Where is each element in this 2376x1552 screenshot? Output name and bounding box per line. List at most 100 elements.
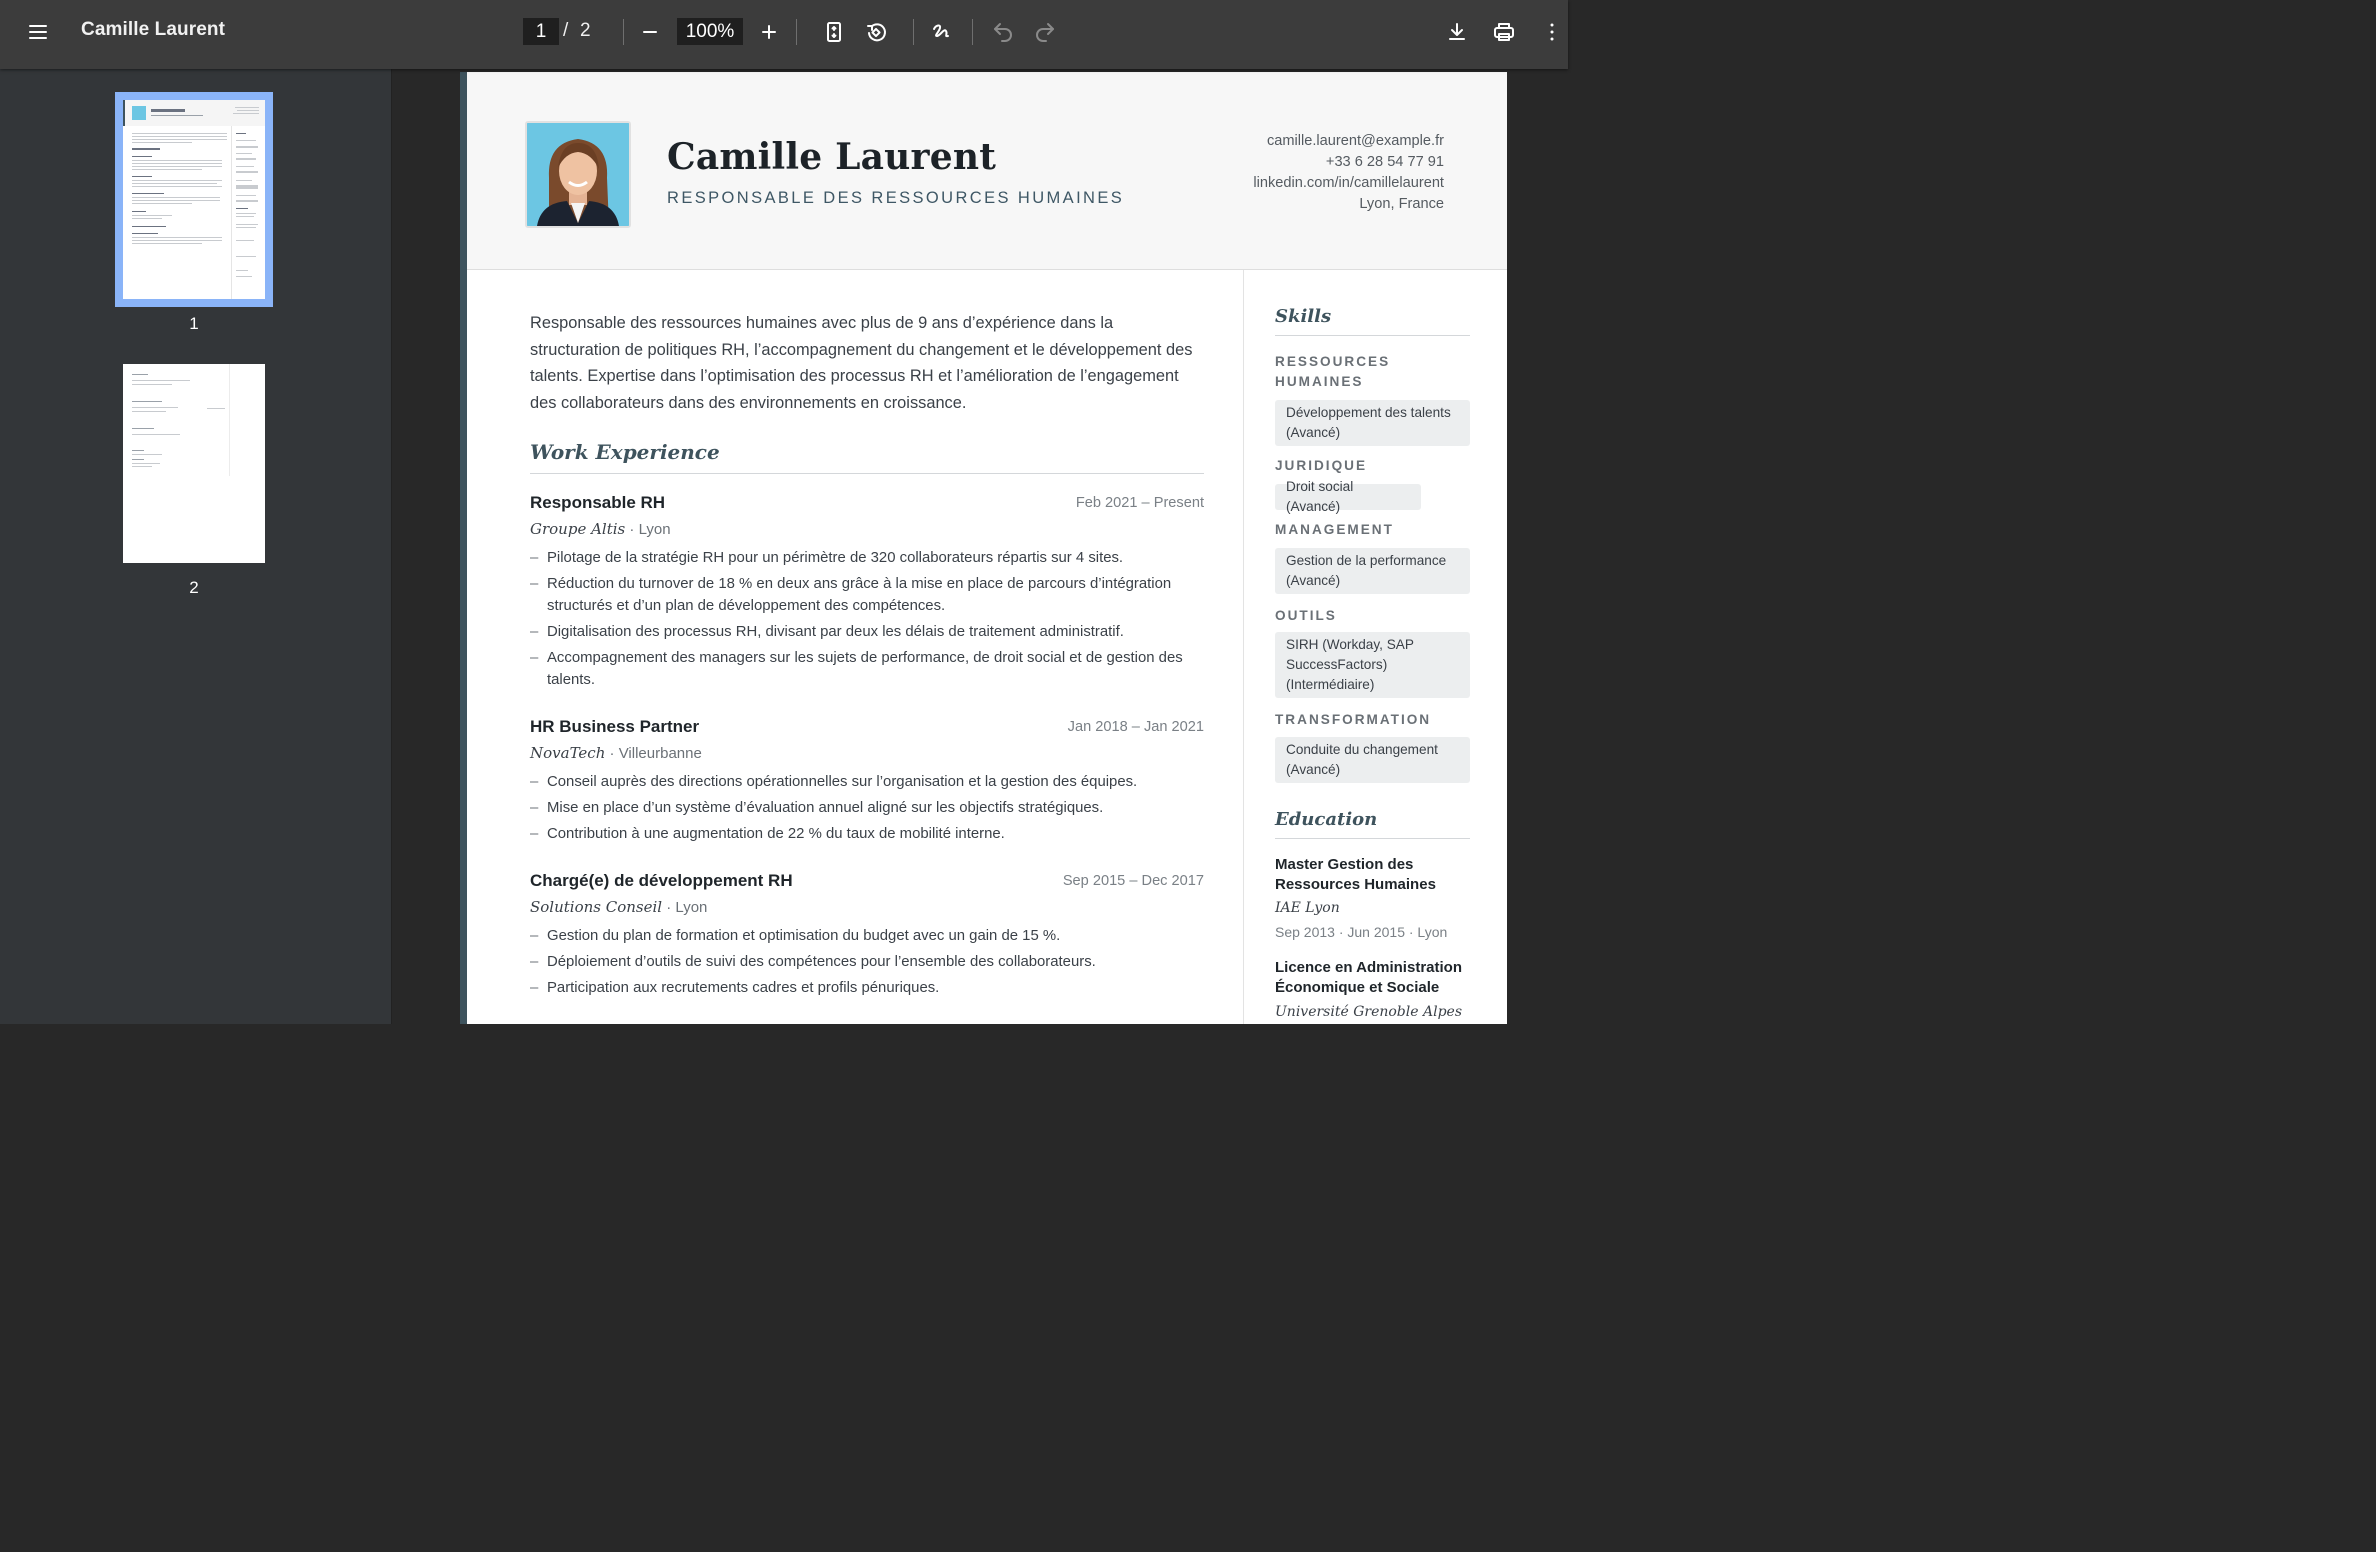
- contact-block: camille.laurent@example.fr +33 6 28 54 7…: [1253, 131, 1444, 215]
- thumbnail-label: 1: [189, 314, 199, 333]
- skill-tag-line: (Avancé): [1286, 573, 1341, 588]
- download-icon: [1449, 23, 1465, 40]
- company-location: · Lyon: [666, 899, 708, 916]
- undo-button[interactable]: [983, 12, 1023, 52]
- thumb-line: [132, 186, 222, 187]
- thumb-line: [132, 133, 227, 134]
- job-bullet: Gestion du plan de formation et optimisa…: [530, 925, 1204, 947]
- annotate-button[interactable]: [922, 12, 962, 52]
- thumb-line: [132, 380, 190, 381]
- zoom-input[interactable]: [677, 18, 743, 45]
- page-total: 2: [580, 20, 591, 41]
- fit-page-button[interactable]: [814, 12, 854, 52]
- thumb-line: [132, 407, 178, 408]
- thumb-line: [132, 384, 172, 385]
- thumb-line: [132, 142, 192, 143]
- skill-tag: Conduite du changement (Avancé): [1275, 737, 1470, 783]
- thumb-line: [236, 270, 248, 271]
- download-button[interactable]: [1437, 12, 1477, 52]
- document-title: Camille Laurent: [81, 19, 226, 40]
- degree-line: Licence en Administration: [1275, 959, 1462, 976]
- education-school: IAE Lyon: [1275, 900, 1340, 916]
- contact-email[interactable]: camille.laurent@example.fr: [1253, 131, 1444, 152]
- redo-button[interactable]: [1025, 12, 1065, 52]
- thumb-line: [132, 180, 222, 181]
- thumb-line: [132, 463, 160, 464]
- company-name: Solutions Conseil: [530, 898, 663, 916]
- thumb-line: [207, 408, 225, 409]
- zoom-out-button[interactable]: [630, 12, 670, 52]
- degree-line: Ressources Humaines: [1275, 876, 1436, 893]
- job-bullet: Contribution à une augmentation de 22 % …: [530, 823, 1204, 845]
- education-dates: Sep 2013 · Jun 2015 · Lyon: [1275, 924, 1448, 940]
- thumb-line: [132, 193, 164, 194]
- education-section-title: Education: [1275, 809, 1378, 830]
- toolbar-divider: [913, 19, 914, 45]
- thumb-line: [132, 459, 144, 460]
- thumb-divider: [229, 364, 230, 476]
- skill-tag: Gestion de la performance (Avancé): [1275, 548, 1470, 594]
- page-number-input[interactable]: [523, 18, 559, 45]
- thumb-line: [237, 110, 259, 111]
- portrait-image: [527, 123, 629, 226]
- thumb-line: [236, 208, 248, 209]
- thumb-line: [132, 163, 222, 164]
- document-viewer[interactable]: Camille Laurent RESPONSABLE DES RESSOURC…: [393, 69, 1568, 1024]
- pdf-toolbar: Camille Laurent / 2: [0, 0, 1568, 69]
- zoom-in-button[interactable]: [749, 12, 789, 52]
- thumb-line: [233, 113, 259, 114]
- contact-linkedin[interactable]: linkedin.com/in/camillelaurent: [1253, 173, 1444, 194]
- skill-category: RESSOURCES HUMAINES: [1275, 352, 1470, 392]
- zoom-in-icon: [762, 25, 776, 39]
- skill-tag-line: Développement des talents: [1286, 405, 1451, 420]
- job-bullet: Conseil auprès des directions opérationn…: [530, 771, 1204, 793]
- thumb-line: [236, 256, 256, 257]
- thumb-line: [132, 401, 162, 402]
- degree-line: Master Gestion des: [1275, 856, 1414, 873]
- thumb-line: [132, 183, 217, 184]
- profile-photo: [525, 121, 631, 228]
- thumb-line: [132, 203, 192, 204]
- education-section-header: Education: [1275, 809, 1470, 839]
- skill-category: MANAGEMENT: [1275, 520, 1470, 540]
- toolbar-divider: [972, 19, 973, 45]
- menu-button[interactable]: [18, 12, 58, 52]
- job-title: Responsable RH: [530, 493, 666, 512]
- page-thumbnail-2[interactable]: [123, 364, 265, 563]
- profile-summary: Responsable des ressources humaines avec…: [530, 314, 1193, 412]
- undo-icon: [994, 23, 1012, 42]
- job-company: Groupe Altis · Lyon: [530, 520, 671, 538]
- thumb-line: [236, 200, 258, 202]
- thumb-line: [236, 146, 258, 148]
- thumb-line: [132, 428, 154, 429]
- annotate-icon: [933, 24, 949, 38]
- thumb-line: [236, 276, 252, 277]
- skill-tag-line: SIRH (Workday, SAP: [1286, 637, 1414, 652]
- print-button[interactable]: [1484, 12, 1524, 52]
- work-section-title: Work Experience: [530, 440, 720, 464]
- skill-category: OUTILS: [1275, 606, 1470, 626]
- skills-section-title: Skills: [1275, 306, 1332, 327]
- thumb-line: [236, 166, 254, 167]
- skill-category-line: JURIDIQUE: [1275, 458, 1368, 473]
- more-options-button[interactable]: [1532, 12, 1572, 52]
- skill-tag: Développement des talents (Avancé): [1275, 400, 1470, 446]
- thumb-line: [132, 139, 227, 140]
- zoom-out-icon: [643, 31, 657, 33]
- candidate-name: Camille Laurent: [667, 136, 997, 178]
- company-location: · Villeurbanne: [609, 745, 702, 762]
- side-column: Skills RESSOURCES HUMAINES Développement…: [1243, 270, 1507, 1024]
- thumb-line: [132, 434, 180, 435]
- thumb-line: [132, 215, 172, 216]
- skill-tag-line: Droit social (Avancé): [1286, 479, 1354, 514]
- rotate-button[interactable]: [856, 12, 896, 52]
- skill-tag-line: Conduite du changement: [1286, 742, 1438, 757]
- thumbnail-page-preview: [123, 100, 265, 299]
- skill-category: JURIDIQUE: [1275, 456, 1470, 476]
- job-bullets: Conseil auprès des directions opérationn…: [530, 771, 1204, 849]
- skills-section-header: Skills: [1275, 306, 1470, 336]
- page-thumbnail-1[interactable]: [115, 92, 273, 307]
- thumb-divider: [231, 126, 232, 299]
- job-bullet: Mise en place d’un système d’évaluation …: [530, 797, 1204, 819]
- thumb-line: [236, 133, 246, 134]
